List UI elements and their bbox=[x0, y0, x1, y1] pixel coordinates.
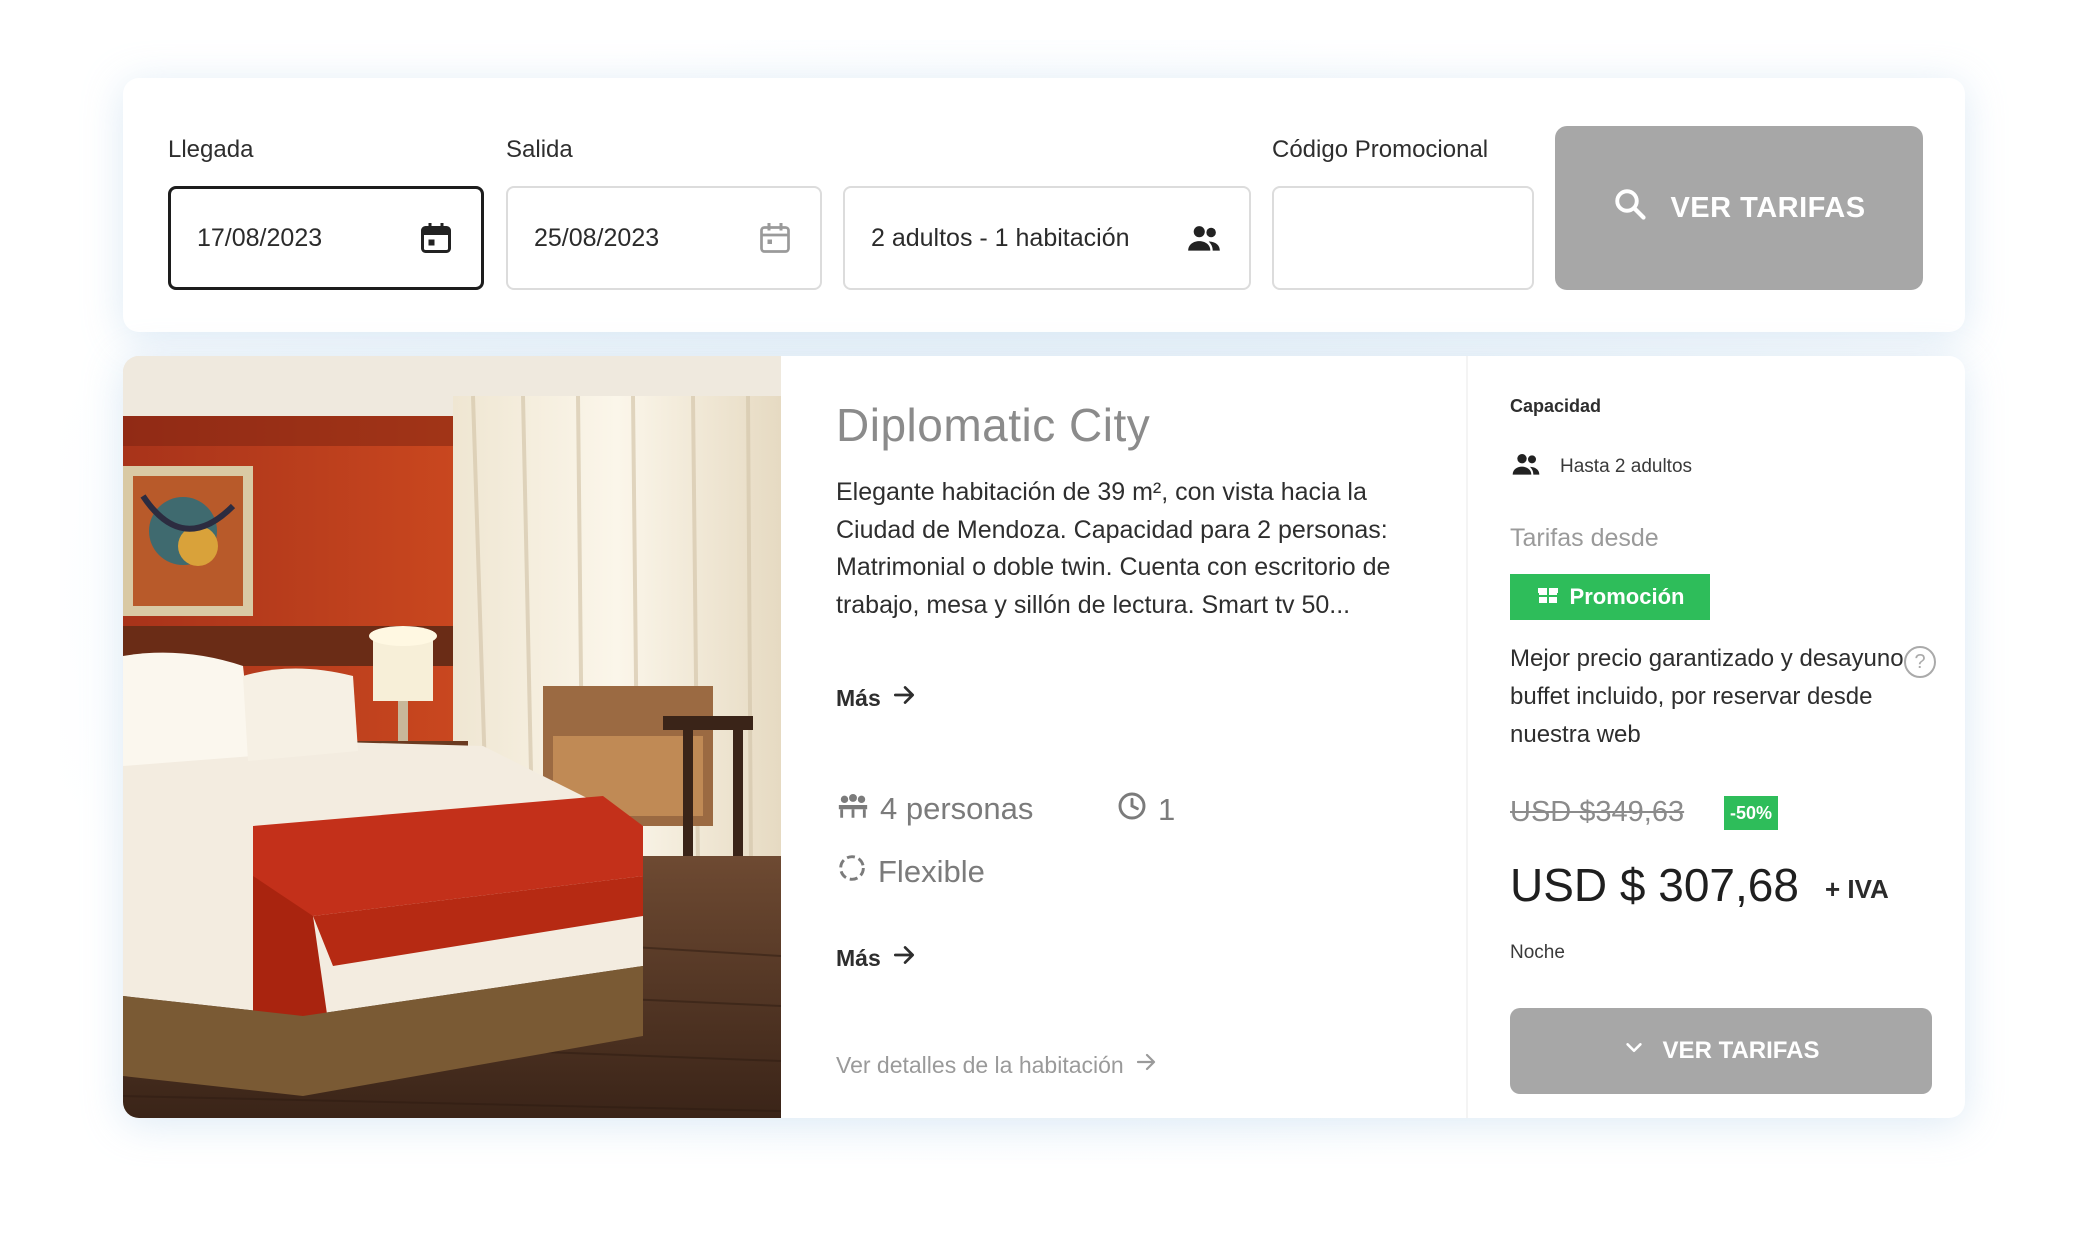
group-icon bbox=[836, 790, 870, 828]
rates-from-label: Tarifas desde bbox=[1510, 524, 1659, 552]
feature-persons: 4 personas bbox=[836, 790, 1033, 828]
gift-icon bbox=[1536, 582, 1560, 612]
arrow-right-icon bbox=[891, 682, 917, 714]
people-icon bbox=[1185, 219, 1223, 257]
people-icon bbox=[1510, 448, 1542, 486]
departure-date-value: 25/08/2023 bbox=[534, 223, 660, 252]
promo-badge: Promoción bbox=[1510, 574, 1710, 620]
feature-policy-value: Flexible bbox=[878, 854, 985, 889]
feature-count-value: 1 bbox=[1158, 792, 1176, 827]
feature-policy: Flexible bbox=[836, 852, 985, 892]
arrow-right-icon bbox=[891, 942, 917, 974]
search-icon bbox=[1612, 186, 1648, 230]
per-night-label: Noche bbox=[1510, 942, 1565, 963]
promo-code-label: Código Promocional bbox=[1272, 136, 1489, 163]
guests-field[interactable]: 2 adultos - 1 habitación bbox=[843, 186, 1251, 290]
guests-value: 2 adultos - 1 habitación bbox=[871, 223, 1130, 252]
help-icon[interactable]: ? bbox=[1904, 646, 1936, 678]
arrival-date-field[interactable]: 17/08/2023 bbox=[168, 186, 484, 290]
capacity-value: Hasta 2 adultos bbox=[1510, 448, 1692, 486]
view-rates-button-label: VER TARIFAS bbox=[1670, 191, 1866, 224]
departure-date-field[interactable]: 25/08/2023 bbox=[506, 186, 822, 290]
feature-count: 1 bbox=[1116, 790, 1175, 830]
promo-description: Mejor precio garantizado y desayuno buff… bbox=[1510, 645, 1904, 748]
booking-search-bar: Llegada 17/08/2023 Salida 25/08/2023 2 a… bbox=[123, 78, 1965, 332]
capacity-label: Capacidad bbox=[1510, 396, 1602, 416]
rate-panel: Capacidad Hasta 2 adultos Tarifas desde … bbox=[1466, 356, 1946, 1118]
departure-label: Salida bbox=[506, 136, 573, 163]
room-details-label: Ver detalles de la habitación bbox=[836, 1051, 1124, 1078]
calendar-icon[interactable] bbox=[417, 219, 455, 257]
room-details-link[interactable]: Ver detalles de la habitación bbox=[836, 1050, 1158, 1080]
room-photo[interactable] bbox=[123, 356, 781, 1118]
promo-badge-label: Promoción bbox=[1569, 584, 1685, 609]
discount-badge: -50% bbox=[1724, 796, 1779, 830]
room-description: Elegante habitación de 39 m², con vista … bbox=[836, 478, 1391, 619]
current-price: USD $ 307,68 bbox=[1510, 859, 1799, 911]
arrow-right-icon bbox=[1134, 1050, 1158, 1080]
more-description-link[interactable]: Más bbox=[836, 682, 917, 714]
room-title: Diplomatic City bbox=[836, 399, 1151, 451]
arrival-date-value: 17/08/2023 bbox=[197, 223, 323, 252]
view-rates-dropdown-label: VER TARIFAS bbox=[1662, 1037, 1820, 1064]
calendar-icon[interactable] bbox=[756, 219, 794, 257]
arrival-label: Llegada bbox=[168, 136, 254, 163]
tax-label: + IVA bbox=[1825, 874, 1889, 904]
more-description-label: Más bbox=[836, 684, 881, 711]
view-rates-button[interactable]: VER TARIFAS bbox=[1555, 126, 1923, 290]
more-features-label: Más bbox=[836, 944, 881, 971]
original-price: USD $349,63 bbox=[1510, 796, 1685, 828]
capacity-value-text: Hasta 2 adultos bbox=[1560, 456, 1693, 477]
clock-icon bbox=[1116, 790, 1148, 830]
room-card: Diplomatic City Elegante habitación de 3… bbox=[123, 356, 1965, 1118]
refresh-icon bbox=[836, 852, 868, 892]
feature-persons-value: 4 personas bbox=[880, 791, 1034, 826]
view-rates-dropdown-button[interactable]: VER TARIFAS bbox=[1510, 1008, 1932, 1094]
promo-code-input[interactable] bbox=[1272, 186, 1534, 290]
more-features-link[interactable]: Más bbox=[836, 942, 917, 974]
chevron-down-icon bbox=[1623, 1037, 1645, 1066]
